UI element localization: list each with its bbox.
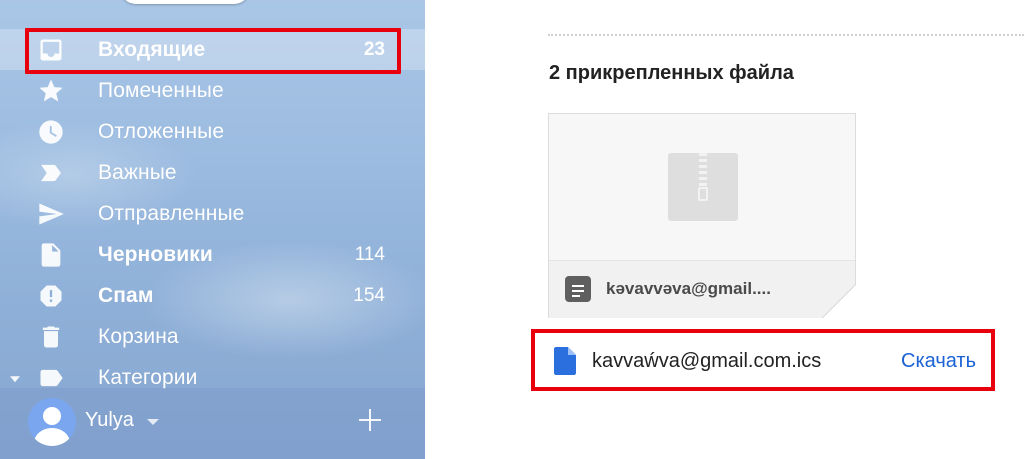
draft-icon bbox=[36, 240, 66, 270]
sidebar-item-label: Важные bbox=[98, 160, 177, 184]
sidebar-item-label: Категории bbox=[98, 365, 198, 389]
download-filename: kavvaẃva@gmail.com.ics bbox=[592, 350, 822, 372]
sidebar-item-starred[interactable]: Помеченные bbox=[0, 70, 425, 111]
sidebar-item-label: Спам bbox=[98, 283, 154, 307]
inbox-highlight-frame bbox=[25, 28, 401, 74]
star-icon bbox=[36, 76, 66, 106]
sidebar-item-label: Отложенные bbox=[98, 119, 225, 143]
send-icon bbox=[36, 199, 66, 229]
file-type-icon bbox=[565, 276, 591, 302]
download-row: kavvaẃva@gmail.com.ics Скачать bbox=[531, 329, 995, 391]
clock-icon bbox=[36, 117, 66, 147]
sidebar-item-label: Черновики bbox=[98, 242, 213, 266]
sidebar-item-label: Помеченные bbox=[98, 78, 224, 102]
document-icon bbox=[554, 347, 576, 375]
page-corner-fold bbox=[821, 284, 856, 319]
chevron-down-icon[interactable] bbox=[147, 419, 159, 425]
zip-file-icon bbox=[668, 153, 738, 221]
account-name[interactable]: Yulya bbox=[85, 409, 134, 432]
attachment-filename: kəvavvəva@gmail.... bbox=[606, 279, 771, 298]
sidebar-item-important[interactable]: Важные bbox=[0, 152, 425, 193]
divider bbox=[548, 34, 1024, 36]
attachments-title: 2 прикрепленных файла bbox=[549, 62, 794, 84]
compose-button[interactable] bbox=[120, 0, 250, 4]
attachment-preview[interactable] bbox=[549, 114, 855, 260]
sidebar-item-trash[interactable]: Корзина bbox=[0, 316, 425, 357]
account-bar: Yulya bbox=[0, 388, 425, 459]
spam-icon bbox=[36, 281, 66, 311]
sidebar-item-label: Корзина bbox=[98, 324, 179, 348]
sidebar-item-drafts[interactable]: Черновики 114 bbox=[0, 234, 425, 275]
sidebar-item-spam[interactable]: Спам 154 bbox=[0, 275, 425, 316]
sidebar: Входящие 23 Помеченные Отложенные Важные bbox=[0, 0, 425, 459]
trash-icon bbox=[36, 322, 66, 352]
attachment-card[interactable]: kəvavvəva@gmail.... bbox=[548, 113, 856, 319]
sidebar-item-sent[interactable]: Отправленные bbox=[0, 193, 425, 234]
plus-icon[interactable] bbox=[356, 406, 384, 434]
sidebar-item-snoozed[interactable]: Отложенные bbox=[0, 111, 425, 152]
expand-arrow-icon[interactable] bbox=[10, 375, 20, 382]
attachment-footer[interactable]: kəvavvəva@gmail.... bbox=[549, 260, 856, 319]
download-link[interactable]: Скачать bbox=[901, 350, 976, 373]
folder-list: Входящие 23 Помеченные Отложенные Важные bbox=[0, 29, 425, 398]
avatar[interactable] bbox=[28, 398, 76, 446]
label-important-icon bbox=[36, 158, 66, 188]
spam-count: 154 bbox=[353, 284, 385, 306]
sidebar-item-label: Отправленные bbox=[98, 201, 245, 225]
draft-count: 114 bbox=[354, 243, 385, 265]
